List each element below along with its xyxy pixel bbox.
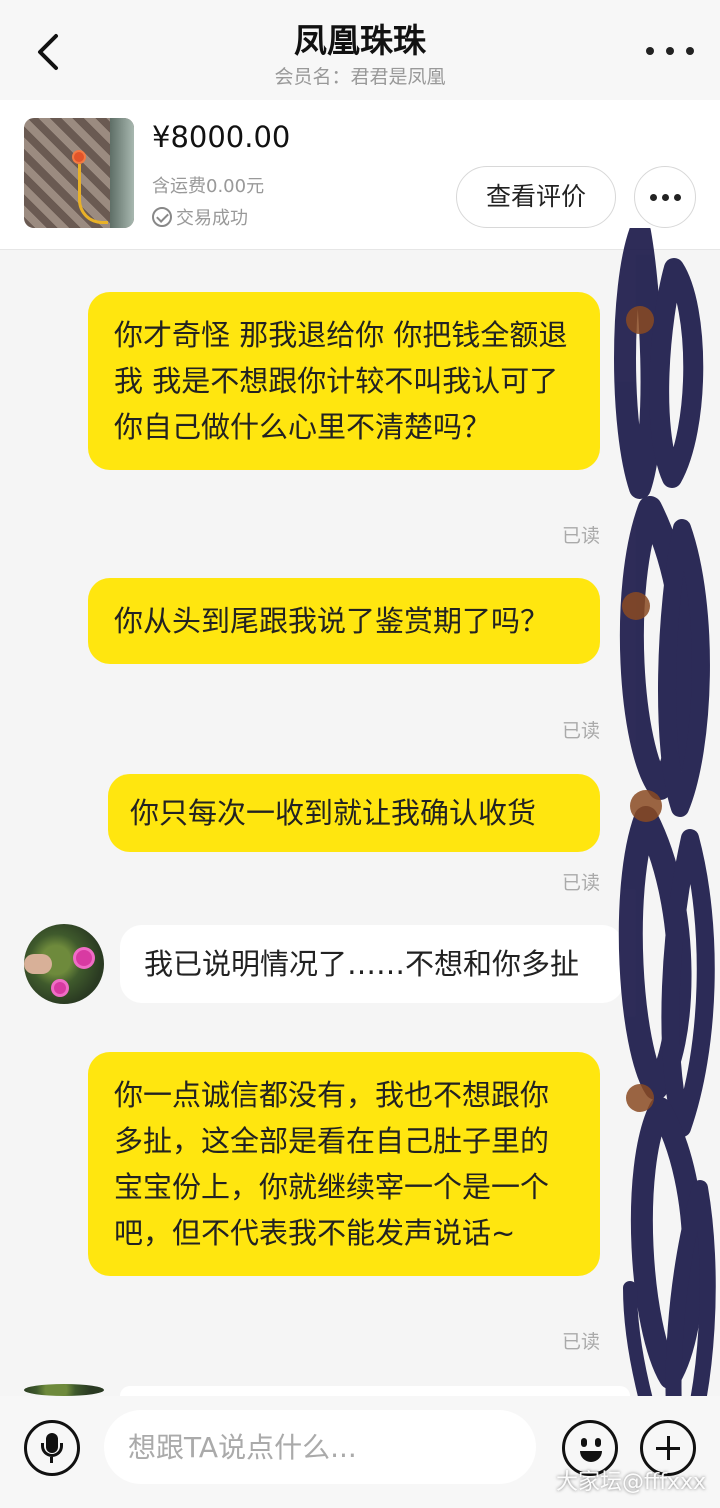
member-name: 会员名：君君是凤凰 [274,66,446,88]
check-circle-icon [152,207,172,227]
order-status: 交易成功 [152,204,248,230]
microphone-icon[interactable] [24,1420,80,1476]
product-thumbnail[interactable] [24,118,134,228]
message-text: 你一点诚信都没有，我也不想跟你多扯，这全部是看在自己肚子里的宝宝份上，你就继续宰… [114,1078,550,1250]
read-receipt: 已读 [562,525,601,547]
message-bubble[interactable]: 你只每次一收到就让我确认收货 [108,774,600,852]
message-input[interactable] [104,1410,536,1484]
message-bubble[interactable]: 你才奇怪 那我退给你 你把钱全额退我 我是不想跟你计较不叫我认可了 你自己做什么… [88,292,600,470]
message-bubble[interactable]: 你一点诚信都没有，我也不想跟你多扯，这全部是看在自己肚子里的宝宝份上，你就继续宰… [88,1052,600,1276]
redaction-scribble [614,228,716,1476]
contact-avatar[interactable] [24,1384,104,1396]
message-bubble[interactable]: 你从头到尾跟我说了鉴赏期了吗？ [88,578,600,664]
watermark: 大家坛@fffxxx [556,1470,706,1495]
chat-title: 凤凰珠珠 [294,21,426,60]
more-options-icon[interactable] [646,36,694,66]
chat-header: 凤凰珠珠 会员名：君君是凤凰 [0,0,720,100]
message-text: 你才奇怪 那我退给你 你把钱全额退我 我是不想跟你计较不叫我认可了 你自己做什么… [114,318,568,444]
shipping-fee: 含运费0.00元 [152,176,265,197]
read-receipt: 已读 [562,1331,601,1353]
read-receipt: 已读 [562,720,601,742]
order-status-label: 交易成功 [176,208,248,229]
view-reviews-button[interactable]: 查看评价 [456,166,616,228]
message-text: 你从头到尾跟我说了鉴赏期了吗？ [114,604,550,638]
contact-avatar[interactable] [24,924,104,1004]
message-text: 我已说明情况了……不想和你多扯 [144,947,580,981]
message-bubble-partial[interactable] [120,1386,630,1396]
product-more-icon[interactable] [634,166,696,228]
product-card[interactable]: ¥8000.00 含运费0.00元 交易成功 查看评价 [0,100,720,250]
read-receipt: 已读 [562,872,601,894]
message-bubble[interactable]: 我已说明情况了……不想和你多扯 [120,925,624,1003]
product-price: ¥8000.00 [152,120,291,154]
message-text: 你只每次一收到就让我确认收货 [130,796,537,830]
